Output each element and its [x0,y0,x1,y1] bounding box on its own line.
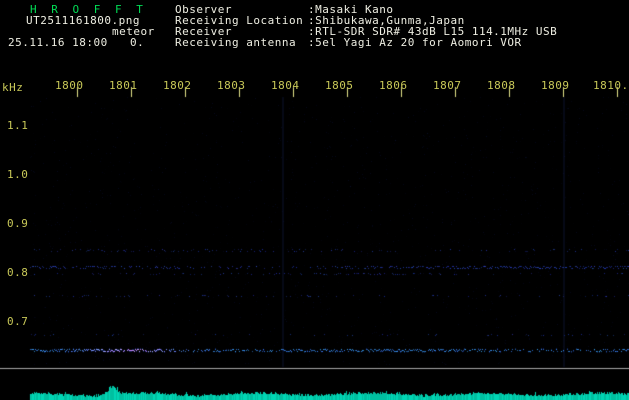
y-tick-label: 0.8 [7,266,29,279]
x-tick-label: 1808 [487,79,516,92]
hrofft-screen: H R O F F T UT2511161800.png meteor 25.1… [0,0,629,400]
y-axis-unit: kHz [2,81,24,94]
info-label: Receiving antenna [175,36,297,49]
x-tick-label: 1800 [55,79,84,92]
info-value: :5el Yagi Az 20 for Aomori VOR [308,36,522,49]
datetime-label: 25.11.16 18:00 [8,36,108,49]
y-tick-label: 1.1 [7,119,29,132]
spectrogram-canvas [0,0,629,400]
y-tick-label: 0.7 [7,315,29,328]
y-tick-label: 0.9 [7,217,29,230]
x-tick-label: 1806 [379,79,408,92]
x-tick-label: 1810. [593,79,629,92]
x-tick-label: 1807 [433,79,462,92]
x-tick-label: 1802 [163,79,192,92]
x-tick-label: 1801 [109,79,138,92]
x-tick-label: 1804 [271,79,300,92]
x-tick-label: 1805 [325,79,354,92]
y-tick-label: 1.0 [7,168,29,181]
x-tick-label: 1809 [541,79,570,92]
x-tick-label: 1803 [217,79,246,92]
echo-counter: 0. [130,36,145,49]
